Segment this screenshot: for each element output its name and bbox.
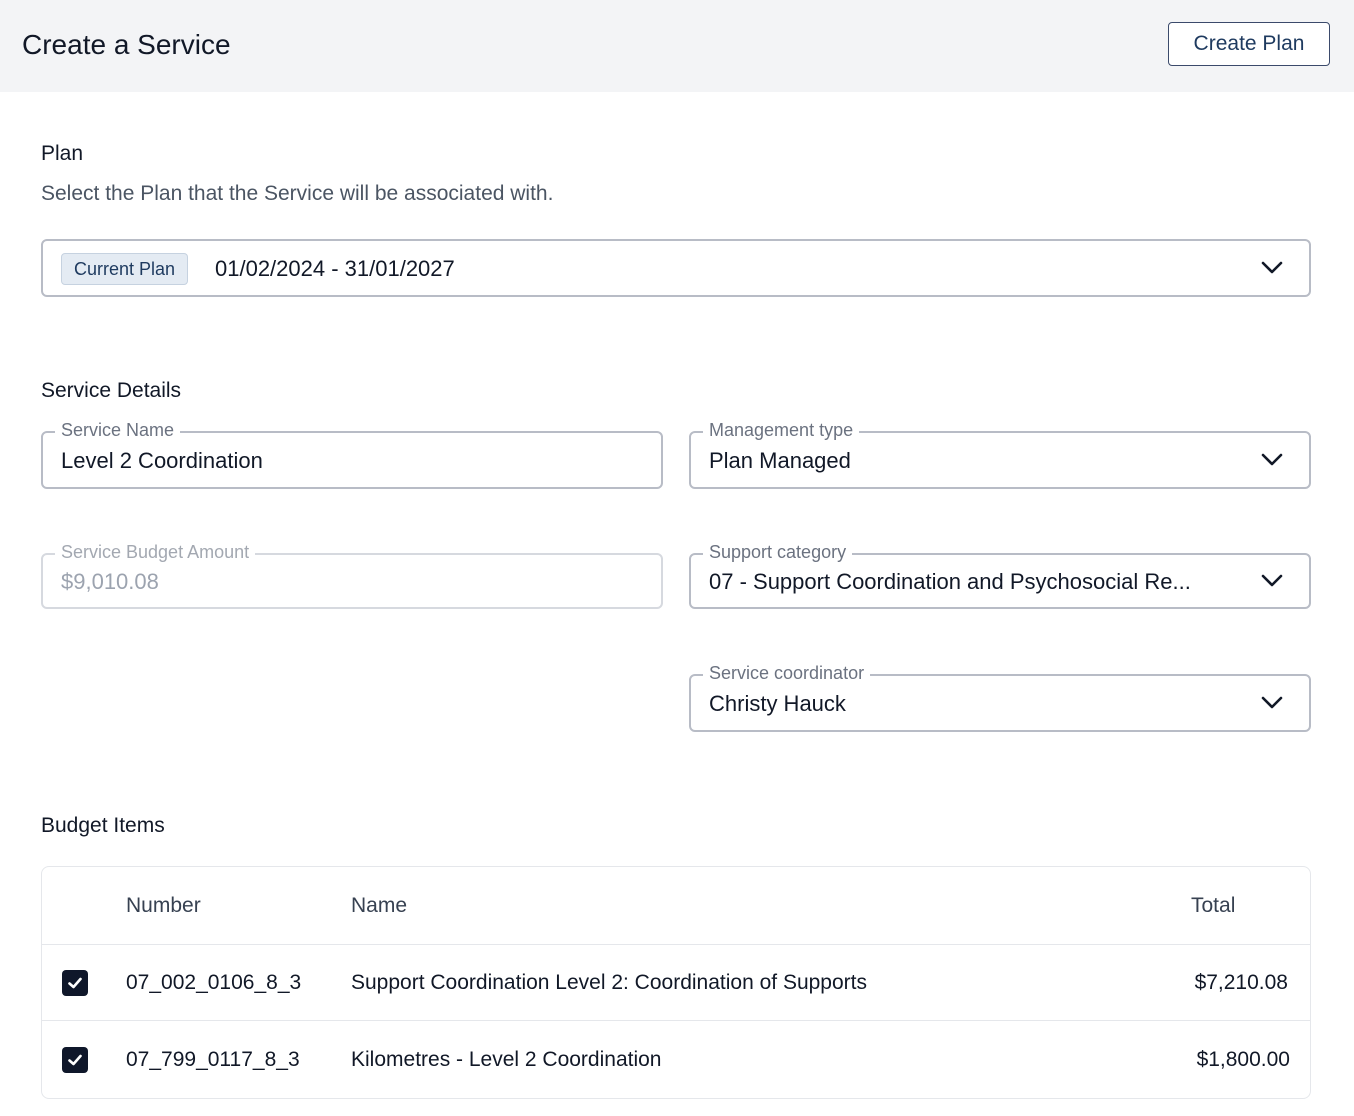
chevron-down-icon[interactable] bbox=[1261, 574, 1283, 588]
row-divider bbox=[42, 944, 1310, 945]
service-name-label: Service Name bbox=[55, 419, 181, 441]
row-total: $1,800.00 bbox=[1196, 1048, 1290, 1071]
row-divider bbox=[42, 1020, 1310, 1021]
plan-select[interactable]: Current Plan 01/02/2024 - 31/01/2027 bbox=[41, 239, 1311, 297]
row-name: Kilometres - Level 2 Coordination bbox=[351, 1048, 662, 1071]
row-total: $7,210.08 bbox=[1194, 971, 1288, 994]
service-coordinator-label: Service coordinator bbox=[703, 662, 871, 684]
service-details-title: Service Details bbox=[41, 379, 182, 402]
column-header-total[interactable]: Total bbox=[1191, 893, 1235, 919]
service-coordinator-value: Christy Hauck bbox=[709, 691, 846, 716]
support-category-value: 07 - Support Coordination and Psychosoci… bbox=[709, 569, 1191, 594]
service-budget-amount-label: Service Budget Amount bbox=[55, 541, 256, 563]
service-budget-amount-value: $9,010.08 bbox=[61, 569, 159, 594]
service-budget-amount-field: Service Budget Amount $9,010.08 bbox=[41, 541, 663, 609]
management-type-value: Plan Managed bbox=[709, 448, 851, 473]
create-plan-button[interactable]: Create Plan bbox=[1168, 22, 1330, 66]
column-header-name[interactable]: Name bbox=[351, 893, 407, 919]
plan-section-title: Plan bbox=[41, 142, 84, 165]
plan-section-description: Select the Plan that the Service will be… bbox=[41, 182, 554, 205]
row-checkbox[interactable] bbox=[62, 1047, 88, 1073]
management-type-label: Management type bbox=[703, 419, 860, 441]
service-name-field[interactable]: Service Name Level 2 Coordination bbox=[41, 419, 663, 489]
column-header-number[interactable]: Number bbox=[126, 893, 201, 919]
support-category-label: Support category bbox=[703, 541, 853, 563]
check-icon bbox=[68, 1054, 82, 1066]
chevron-down-icon[interactable] bbox=[1261, 261, 1283, 275]
row-number: 07_799_0117_8_3 bbox=[126, 1048, 300, 1071]
support-category-select[interactable]: Support category 07 - Support Coordinati… bbox=[689, 541, 1311, 609]
budget-items-table: Number Name Total 07_002_0106_8_3 Suppor… bbox=[41, 866, 1311, 1099]
plan-select-value: 01/02/2024 - 31/01/2027 bbox=[215, 256, 455, 281]
service-coordinator-select[interactable]: Service coordinator Christy Hauck bbox=[689, 662, 1311, 732]
chevron-down-icon[interactable] bbox=[1261, 696, 1283, 710]
row-number: 07_002_0106_8_3 bbox=[126, 971, 302, 994]
check-icon bbox=[68, 977, 82, 989]
page-header: Create a Service Create Plan bbox=[0, 0, 1354, 92]
management-type-select[interactable]: Management type Plan Managed bbox=[689, 419, 1311, 489]
current-plan-badge: Current Plan bbox=[61, 253, 189, 285]
budget-items-title: Budget Items bbox=[41, 814, 165, 837]
chevron-down-icon[interactable] bbox=[1261, 453, 1283, 467]
page-title: Create a Service bbox=[22, 29, 231, 60]
row-checkbox[interactable] bbox=[62, 970, 88, 996]
row-name: Support Coordination Level 2: Coordinati… bbox=[351, 971, 867, 994]
service-name-value: Level 2 Coordination bbox=[61, 448, 263, 473]
